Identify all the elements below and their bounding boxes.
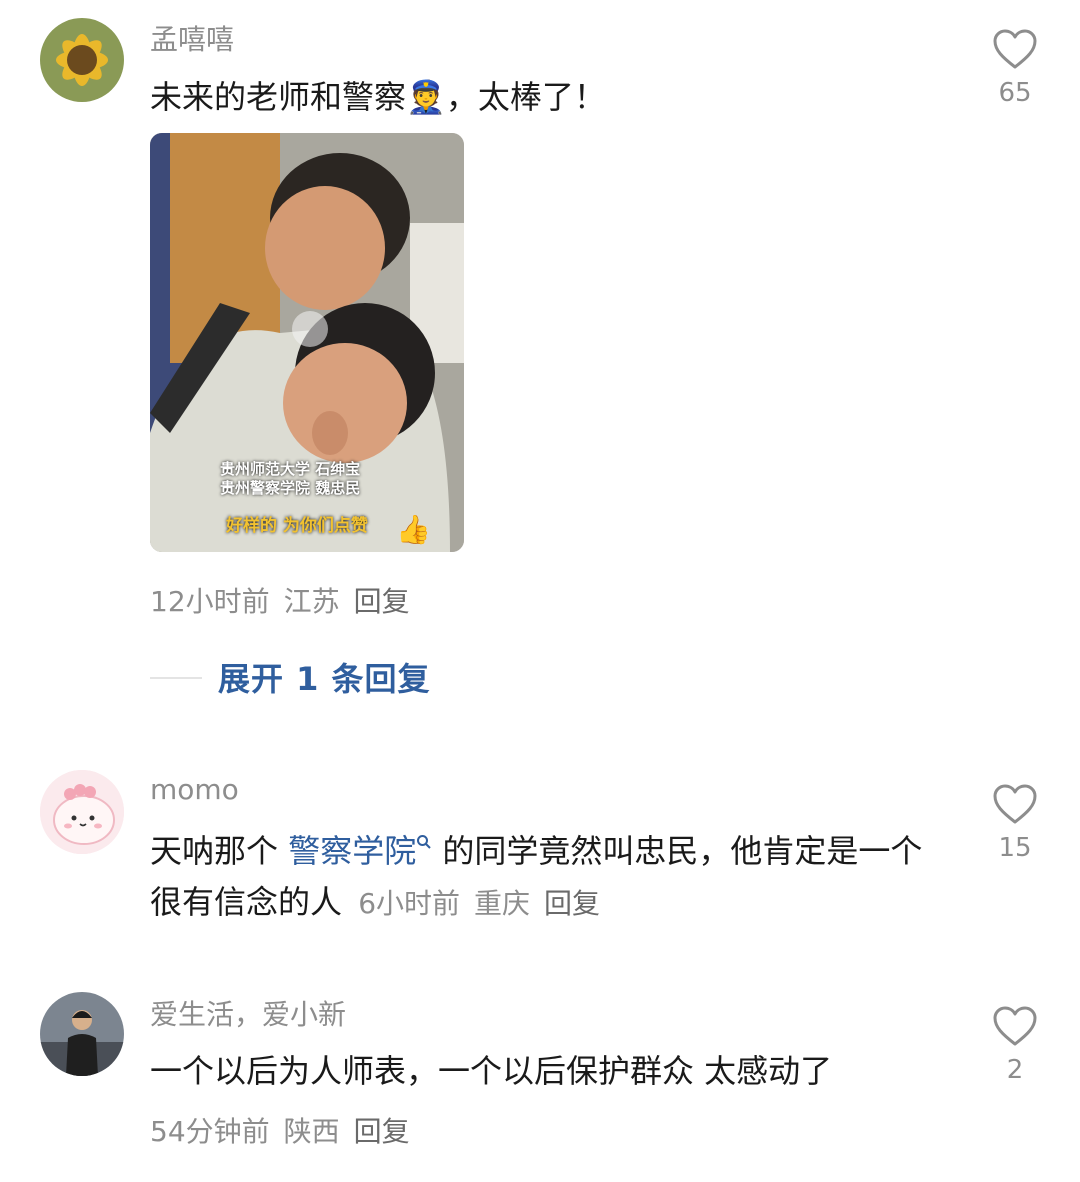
heart-outline-icon[interactable] bbox=[992, 783, 1038, 825]
search-icon[interactable] bbox=[416, 834, 432, 850]
avatar-sunflower[interactable] bbox=[40, 18, 124, 102]
comment-username[interactable]: 爱生活，爱小新 bbox=[150, 993, 346, 1033]
avatar-person-photo[interactable] bbox=[40, 992, 124, 1076]
comment-meta: 12小时前 江苏 回复 bbox=[150, 580, 424, 620]
like-button[interactable]: 2 bbox=[985, 1005, 1045, 1085]
comment-time: 12小时前 bbox=[150, 585, 270, 618]
comment-text: 天呐那个 警察学院 的同学竟然叫忠民，他肯定是一个很有信念的人 6小时前 重庆 回复 bbox=[150, 826, 940, 929]
like-button[interactable]: 65 bbox=[985, 28, 1045, 108]
caption-highlight: 好样的 为你们点赞 bbox=[226, 516, 368, 536]
heart-outline-icon[interactable] bbox=[992, 1005, 1038, 1047]
comment-username[interactable]: momo bbox=[150, 773, 239, 806]
heart-outline-icon[interactable] bbox=[992, 28, 1038, 70]
keyword-link[interactable]: 警察学院 bbox=[288, 832, 432, 870]
reply-button[interactable]: 回复 bbox=[354, 585, 410, 618]
comment-time: 6小时前 bbox=[358, 887, 461, 920]
like-count: 15 bbox=[998, 833, 1032, 863]
keyword-link-text[interactable]: 警察学院 bbox=[288, 832, 416, 870]
caption-line-2: 贵州警察学院 魏忠民 bbox=[220, 479, 361, 497]
expand-divider bbox=[150, 677, 202, 679]
comment-location: 江苏 bbox=[283, 585, 340, 618]
like-count: 2 bbox=[1006, 1055, 1024, 1085]
comment-text-part: 天呐那个 bbox=[150, 832, 289, 870]
comment-time: 54分钟前 bbox=[150, 1115, 270, 1148]
reply-button[interactable]: 回复 bbox=[354, 1115, 410, 1148]
comment-meta: 54分钟前 陕西 回复 bbox=[150, 1110, 424, 1150]
thumbs-up-icon: 👍 bbox=[396, 513, 431, 546]
like-count: 65 bbox=[998, 78, 1032, 108]
image-caption: 贵州师范大学 石绅宝 贵州警察学院 魏忠民 bbox=[220, 460, 360, 498]
comment-text: 未来的老师和警察👮，太棒了！ bbox=[150, 78, 606, 116]
comment-image[interactable]: 贵州师范大学 石绅宝 贵州警察学院 魏忠民 好样的 为你们点赞 👍 bbox=[150, 133, 464, 552]
comment-username[interactable]: 孟嘻嘻 bbox=[150, 18, 234, 58]
reply-button[interactable]: 回复 bbox=[544, 887, 600, 920]
like-button[interactable]: 15 bbox=[985, 783, 1045, 863]
comment-location: 重庆 bbox=[474, 887, 531, 920]
comment-text: 一个以后为人师表，一个以后保护群众 太感动了 bbox=[150, 1052, 833, 1090]
caption-line-1: 贵州师范大学 石绅宝 bbox=[220, 460, 361, 478]
expand-replies-button[interactable]: 展开 1 条回复 bbox=[218, 654, 431, 700]
comment-location: 陕西 bbox=[283, 1115, 340, 1148]
avatar-pink-character[interactable] bbox=[40, 770, 124, 854]
comment-meta: 6小时前 重庆 回复 bbox=[358, 887, 614, 920]
